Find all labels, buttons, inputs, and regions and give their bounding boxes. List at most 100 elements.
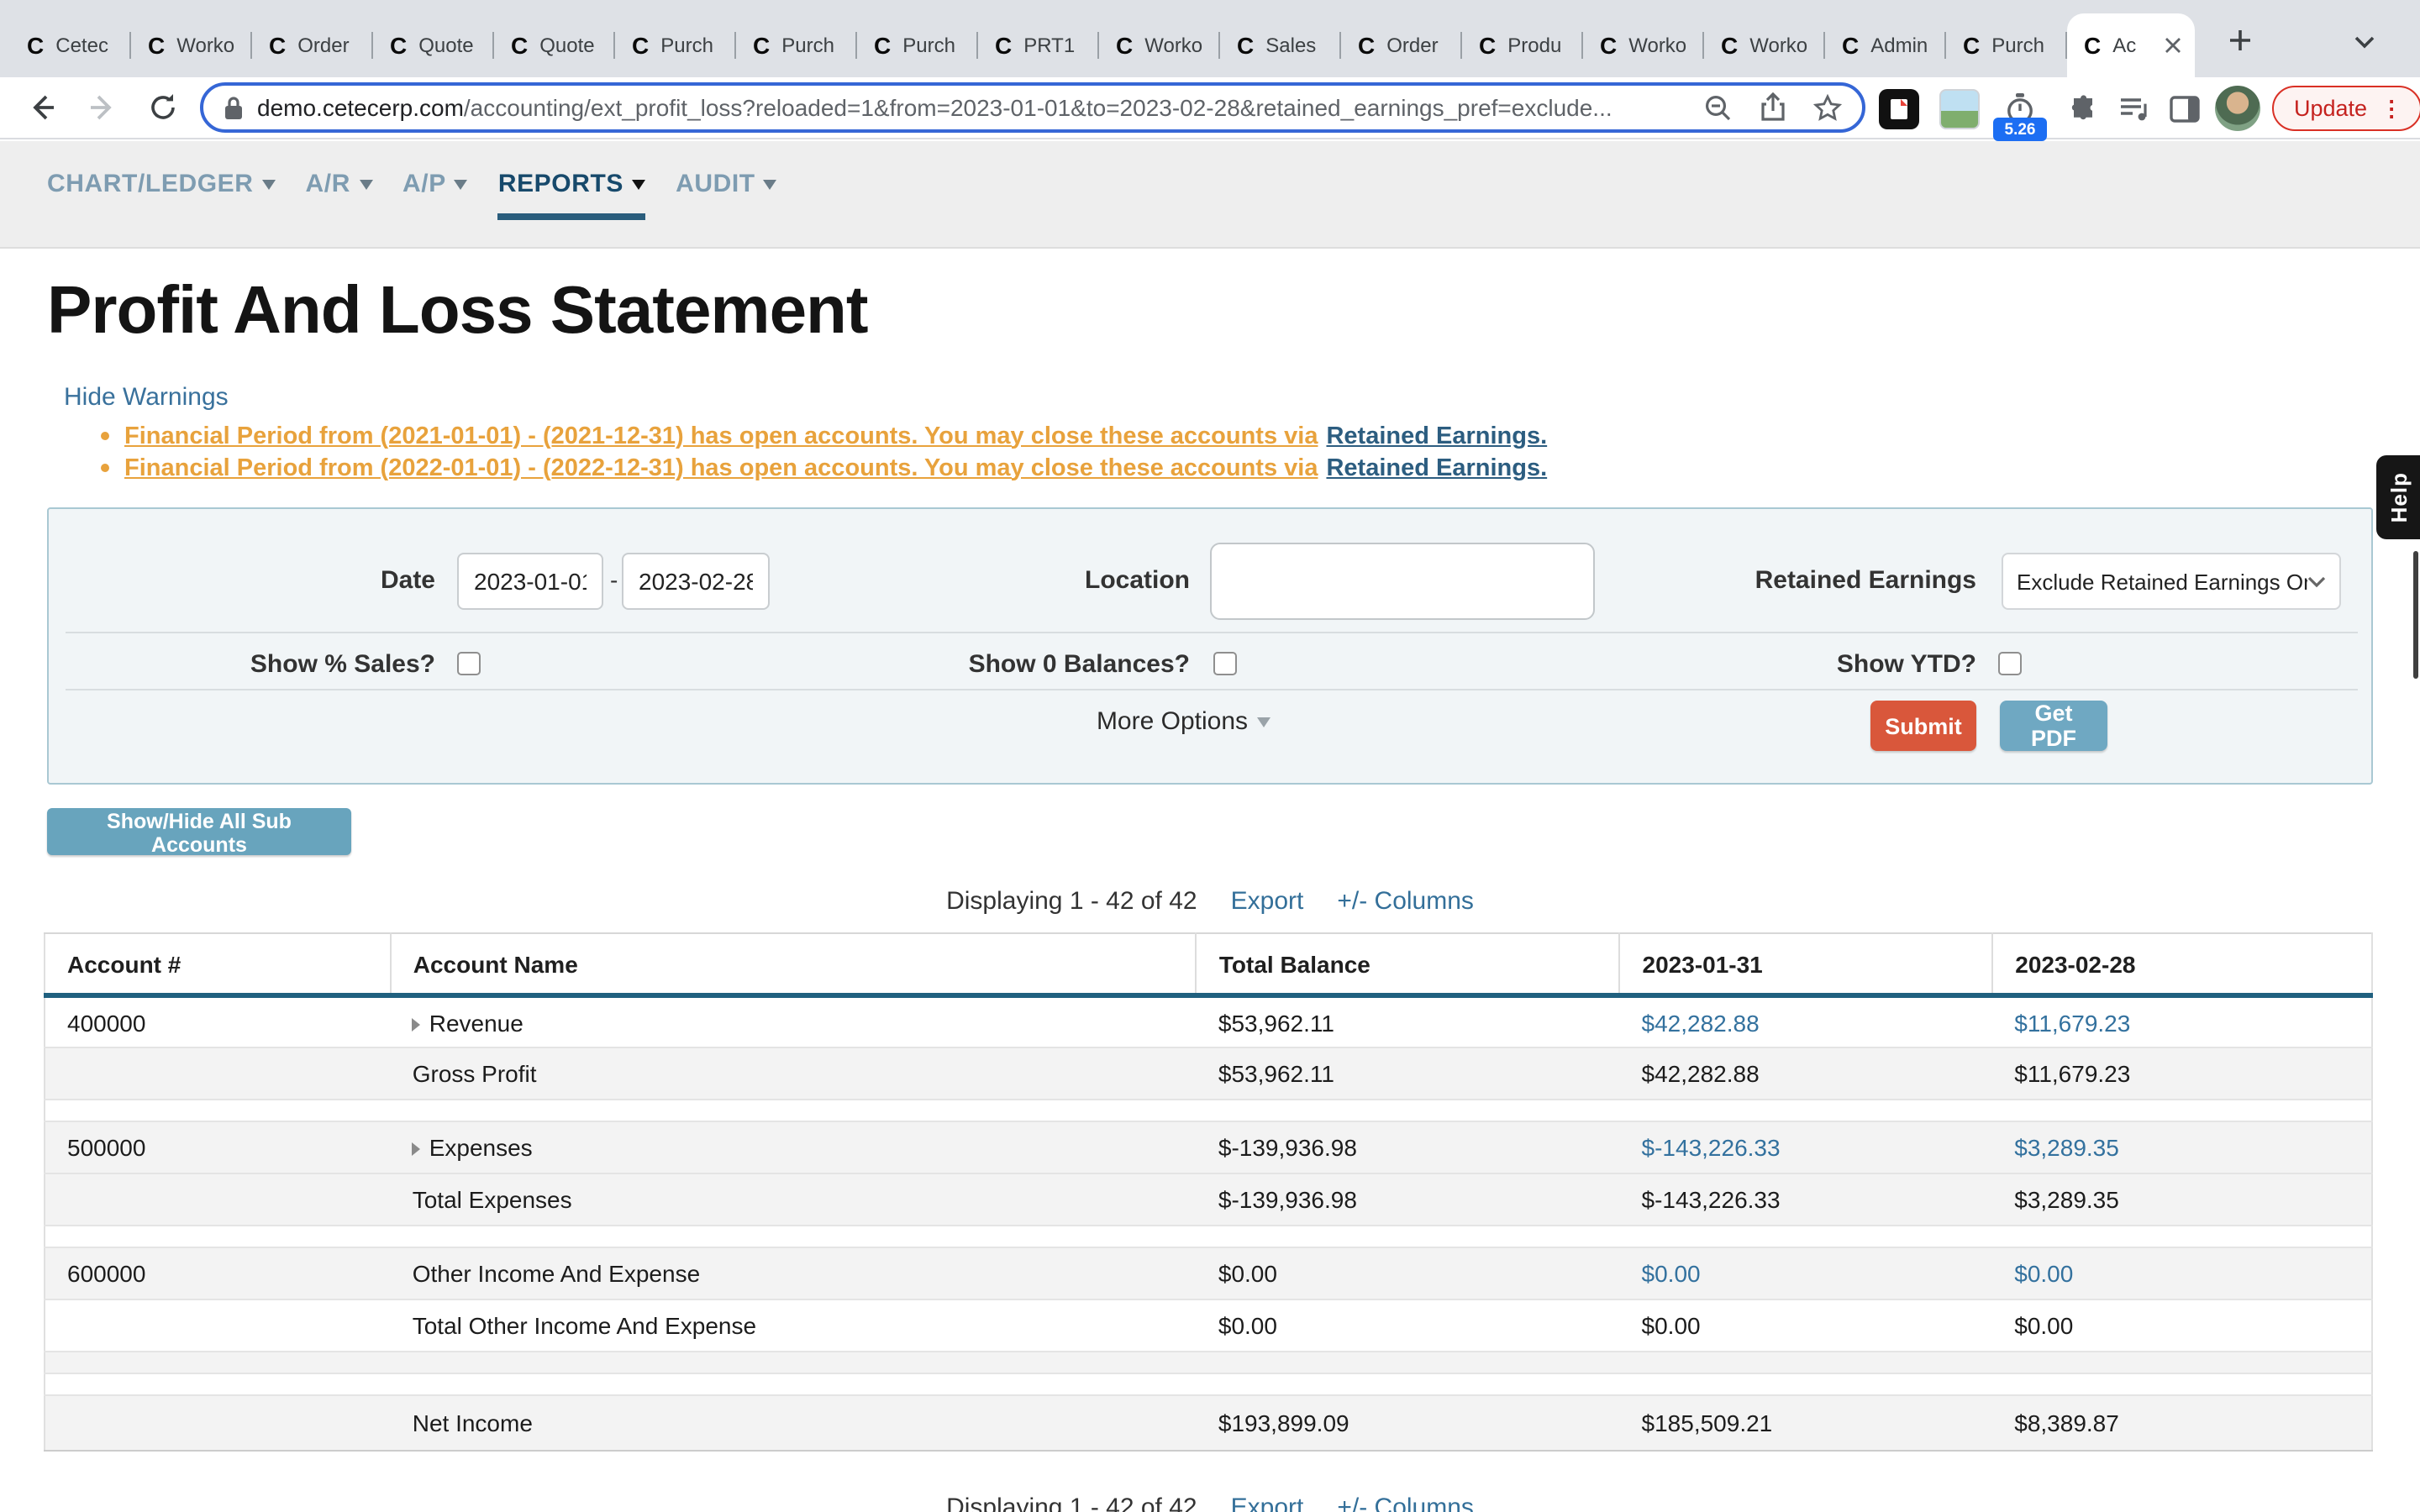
amount-link[interactable]: $0.00 [2014,1260,2073,1287]
warning-bullet [101,432,109,440]
browser-tab[interactable]: CProdu [1462,13,1583,77]
account-name-cell: Net Income [391,1395,1197,1451]
browser-tab[interactable]: CSales [1220,13,1341,77]
show-hide-subaccounts-button[interactable]: Show/Hide All Sub Accounts [47,808,351,855]
update-button[interactable]: Update ⋮ [2272,86,2420,131]
show-ytd-checkbox[interactable] [1998,652,2022,675]
extension-badge: 5.26 [1993,118,2047,141]
amount-link[interactable]: $-143,226.33 [1642,1134,1781,1161]
warning-text-link[interactable]: Financial Period from (2022-01-01) - (20… [124,454,1318,481]
browser-tab[interactable]: CPurch [615,13,736,77]
browser-menu-icon[interactable]: ⋮ [2381,95,2402,122]
scrollbar-thumb[interactable] [2413,551,2418,679]
warnings-list: Financial Period from (2021-01-01) - (20… [101,420,1547,484]
columns-link[interactable]: +/- Columns [1337,887,1474,916]
browser-tab[interactable]: CPurch [736,13,857,77]
reload-button[interactable] [145,89,182,126]
tab-overflow-chevron-icon[interactable] [2349,27,2380,57]
amount-cell: $11,679.23 [1992,995,2372,1047]
playlist-icon[interactable] [2114,89,2154,129]
retained-earnings-link[interactable]: Retained Earnings. [1326,423,1547,449]
browser-tab[interactable]: CQuote [373,13,494,77]
caret-down-icon [764,179,777,189]
share-icon[interactable] [1760,92,1786,123]
amount-text: $42,282.88 [1642,1060,1760,1087]
browser-tab[interactable]: CPRT1 [978,13,1099,77]
side-panel-icon[interactable] [2165,89,2205,129]
more-options-toggle[interactable]: More Options [1032,707,1334,736]
show-zero-checkbox[interactable] [1213,652,1237,675]
amount-text: $8,389.87 [2014,1410,2119,1436]
tab-label: Ac [2112,34,2154,57]
tab-close-icon[interactable] [2165,37,2181,54]
extension-doc-icon[interactable] [1879,89,1919,129]
extension-screenshot-icon[interactable] [1939,89,1980,129]
browser-tab[interactable]: COrder [1341,13,1462,77]
column-header[interactable]: 2023-02-28 [1992,933,2372,995]
displaying-count: Displaying 1 - 42 of 42 [946,887,1197,916]
profile-avatar[interactable] [2215,86,2260,131]
warning-text-link[interactable]: Financial Period from (2021-01-01) - (20… [124,423,1318,449]
retained-earnings-select[interactable]: Exclude Retained Earnings On 'A [2002,553,2341,610]
url-bar[interactable]: demo.cetecerp.com/accounting/ext_profit_… [200,82,1865,133]
account-number-cell: 400000 [45,995,391,1047]
browser-tab[interactable]: CAdmin [1825,13,1946,77]
column-header[interactable]: Account Name [391,933,1197,995]
browser-tab[interactable]: CPurch [1946,13,2067,77]
date-range-separator: - [610,566,618,593]
amount-cell: $8,389.87 [1992,1395,2372,1451]
export-link[interactable]: Export [1231,1494,1304,1512]
tab-label: Sales [1265,34,1328,57]
amount-link[interactable]: $11,679.23 [2014,1009,2130,1036]
browser-tab[interactable]: C Quote [494,13,615,77]
retained-earnings-link[interactable]: Retained Earnings. [1326,454,1547,481]
nav-item-audit[interactable]: AUDIT [676,170,777,213]
expand-triangle-icon[interactable] [413,1017,421,1031]
tab-label: Quote [539,34,602,57]
nav-item-label: A/P [402,170,446,198]
amount-text: $-139,936.98 [1218,1134,1357,1161]
amount-link[interactable]: $42,282.88 [1642,1009,1760,1036]
date-from-input[interactable] [457,553,603,610]
hide-warnings-link[interactable]: Hide Warnings [64,383,229,412]
bookmark-star-icon[interactable] [1813,93,1842,122]
columns-link[interactable]: +/- Columns [1337,1494,1474,1512]
column-header[interactable]: Account # [45,933,391,995]
browser-tab[interactable]: CWorko [1704,13,1825,77]
nav-item-reports[interactable]: REPORTS [498,170,645,220]
help-tab[interactable]: Help [2376,455,2420,539]
nav-item-a-r[interactable]: A/R [306,170,372,213]
browser-tab[interactable]: CCetec [10,13,131,77]
extensions-puzzle-icon[interactable] [2064,89,2104,129]
zoom-out-icon[interactable] [1704,93,1733,122]
forward-button[interactable] [84,89,121,126]
location-input[interactable] [1210,543,1595,620]
spacer-cell [45,1373,2372,1395]
browser-tab[interactable]: COrder [252,13,373,77]
cetec-favicon: C [511,32,528,59]
show-sales-checkbox[interactable] [457,652,481,675]
cetec-favicon: C [1600,32,1617,59]
column-header[interactable]: 2023-01-31 [1620,933,1993,995]
browser-tab[interactable]: CWorko [1099,13,1220,77]
amount-link[interactable]: $3,289.35 [2014,1134,2119,1161]
browser-tab[interactable]: CWorko [1583,13,1704,77]
submit-button[interactable]: Submit [1870,701,1976,751]
new-tab-button[interactable] [2222,22,2259,59]
cetec-favicon: C [27,32,44,59]
expand-triangle-icon[interactable] [413,1142,421,1156]
amount-text: $0.00 [1218,1312,1277,1339]
nav-item-chart-ledger[interactable]: CHART/LEDGER [47,170,276,213]
browser-tab-active[interactable]: CAc [2067,13,2195,77]
column-header[interactable]: Total Balance [1197,933,1620,995]
export-link[interactable]: Export [1231,887,1304,916]
browser-tab[interactable]: CWorko [131,13,252,77]
nav-item-a-p[interactable]: A/P [402,170,468,213]
get-pdf-button[interactable]: Get PDF [2000,701,2107,751]
amount-text: $-143,226.33 [1642,1186,1781,1213]
filter-panel: Date - Location Retained Earnings Exclud… [47,507,2373,785]
date-to-input[interactable] [622,553,770,610]
browser-tab[interactable]: CPurch [857,13,978,77]
back-button[interactable] [24,89,60,126]
amount-link[interactable]: $0.00 [1642,1260,1701,1287]
